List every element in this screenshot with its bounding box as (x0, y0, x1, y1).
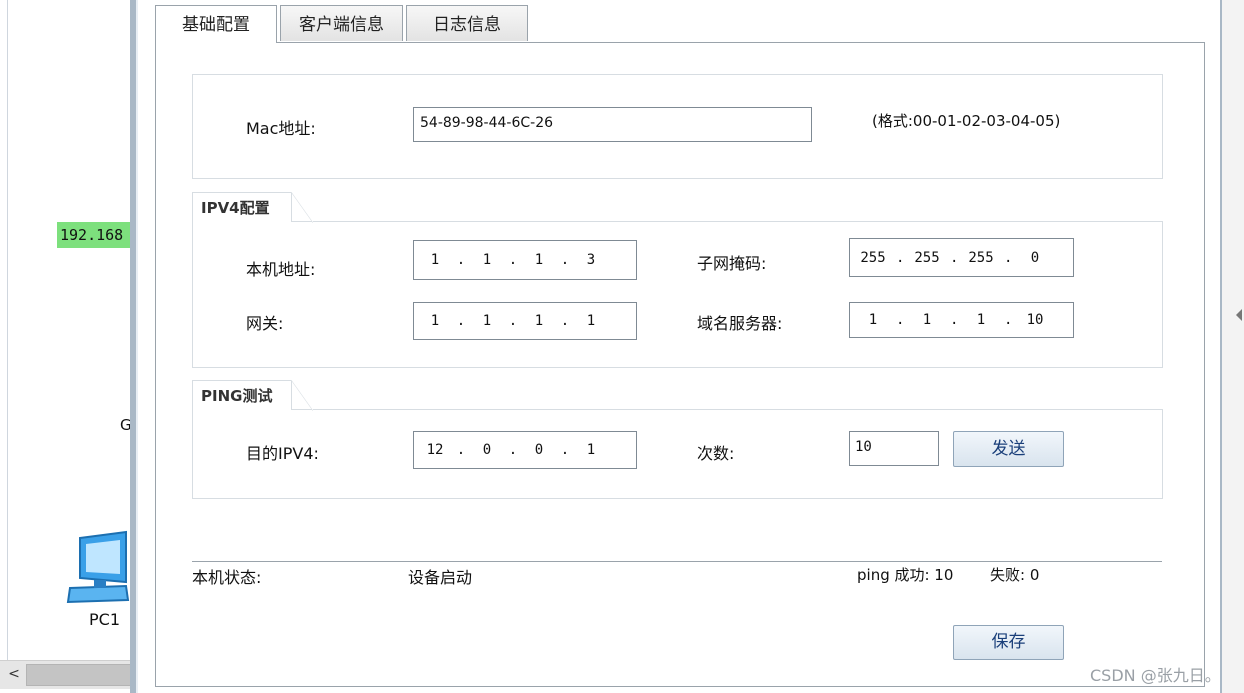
dns-server-label: 域名服务器: (697, 314, 783, 333)
octet[interactable]: 1 (518, 313, 560, 329)
octet[interactable]: 10 (1012, 312, 1058, 328)
octet[interactable]: 255 (904, 250, 950, 266)
ping-fail-count: 失败: 0 (990, 566, 1040, 584)
octet[interactable]: 1 (904, 312, 950, 328)
ping-success-count: ping 成功: 10 (857, 566, 954, 584)
scroll-left-arrow-icon[interactable]: < (4, 663, 24, 685)
dialog-right-frame (1220, 0, 1244, 693)
gateway-label: 网关: (246, 314, 284, 333)
octet[interactable]: 0 (518, 442, 560, 458)
octet[interactable]: 1 (850, 312, 896, 328)
device-status-label: 本机状态: (192, 568, 262, 587)
octet[interactable]: 1 (570, 442, 612, 458)
octet[interactable]: 0 (1012, 250, 1058, 266)
octet[interactable]: 3 (570, 252, 612, 268)
tab-basic-config[interactable]: 基础配置 (155, 5, 277, 43)
mac-address-input[interactable]: 54-89-98-44-6C-26 (413, 107, 812, 142)
tab-client-info[interactable]: 客户端信息 (280, 5, 403, 41)
device-ip-label: 192.168 (57, 222, 140, 248)
pc-icon[interactable] (66, 530, 130, 610)
octet[interactable]: 0 (466, 442, 508, 458)
ping-count-label: 次数: (697, 444, 735, 463)
octet[interactable]: 1 (466, 313, 508, 329)
subnet-mask-label: 子网掩码: (697, 254, 767, 273)
octet[interactable]: 255 (850, 250, 896, 266)
octet[interactable]: 1 (414, 313, 456, 329)
local-ip-input[interactable]: 1. 1. 1. 3 (413, 240, 637, 280)
save-button[interactable]: 保存 (953, 625, 1064, 660)
octet[interactable]: 1 (414, 252, 456, 268)
mac-format-hint: (格式:00-01-02-03-04-05) (872, 112, 1061, 130)
octet[interactable]: 1 (518, 252, 560, 268)
canvas-edge (7, 0, 8, 660)
dns-server-input[interactable]: 1. 1. 1. 10 (849, 302, 1074, 338)
gateway-input[interactable]: 1. 1. 1. 1 (413, 302, 637, 340)
ipv4-group-title: IPV4配置 (192, 192, 313, 223)
ping-group-title: PING测试 (192, 380, 313, 411)
watermark: CSDN @张九日。 (1090, 666, 1221, 685)
subnet-mask-input[interactable]: 255. 255. 255. 0 (849, 238, 1074, 277)
device-status-value: 设备启动 (408, 568, 473, 587)
dest-ip-label: 目的IPV4: (246, 444, 319, 463)
mac-address-label: Mac地址: (246, 119, 316, 138)
octet[interactable]: 1 (466, 252, 508, 268)
dest-ip-input[interactable]: 12. 0. 0. 1 (413, 431, 637, 469)
resize-handle-icon[interactable] (1236, 306, 1242, 324)
local-ip-label: 本机地址: (246, 260, 316, 279)
ping-count-input[interactable]: 10 (849, 431, 939, 466)
status-divider (192, 561, 1162, 562)
pc-name-label: PC1 (89, 610, 120, 629)
tab-log-info[interactable]: 日志信息 (406, 5, 528, 41)
octet[interactable]: 255 (958, 250, 1004, 266)
scrollbar-thumb[interactable] (26, 664, 137, 686)
octet[interactable]: 1 (570, 313, 612, 329)
octet[interactable]: 1 (958, 312, 1004, 328)
send-button[interactable]: 发送 (953, 431, 1064, 467)
octet[interactable]: 12 (414, 442, 456, 458)
